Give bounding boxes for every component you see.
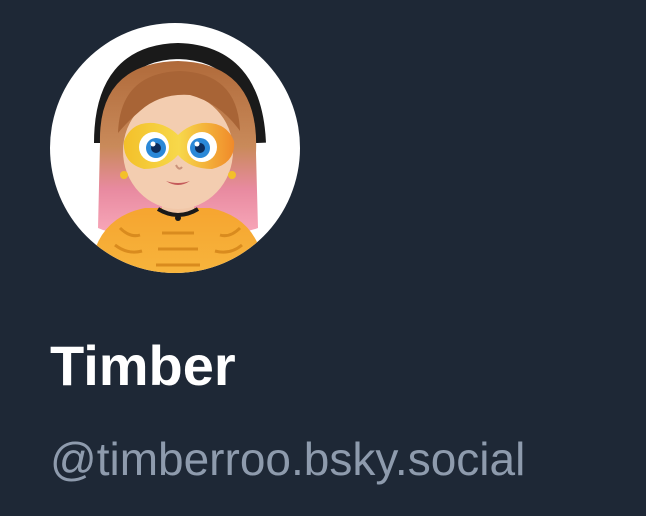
display-name: Timber: [50, 334, 236, 397]
profile-card: Timber @timberroo.bsky.social: [0, 0, 646, 516]
cartoon-avatar-icon: [90, 42, 266, 273]
user-handle[interactable]: @timberroo.bsky.social: [50, 436, 525, 482]
avatar[interactable]: [50, 23, 300, 273]
